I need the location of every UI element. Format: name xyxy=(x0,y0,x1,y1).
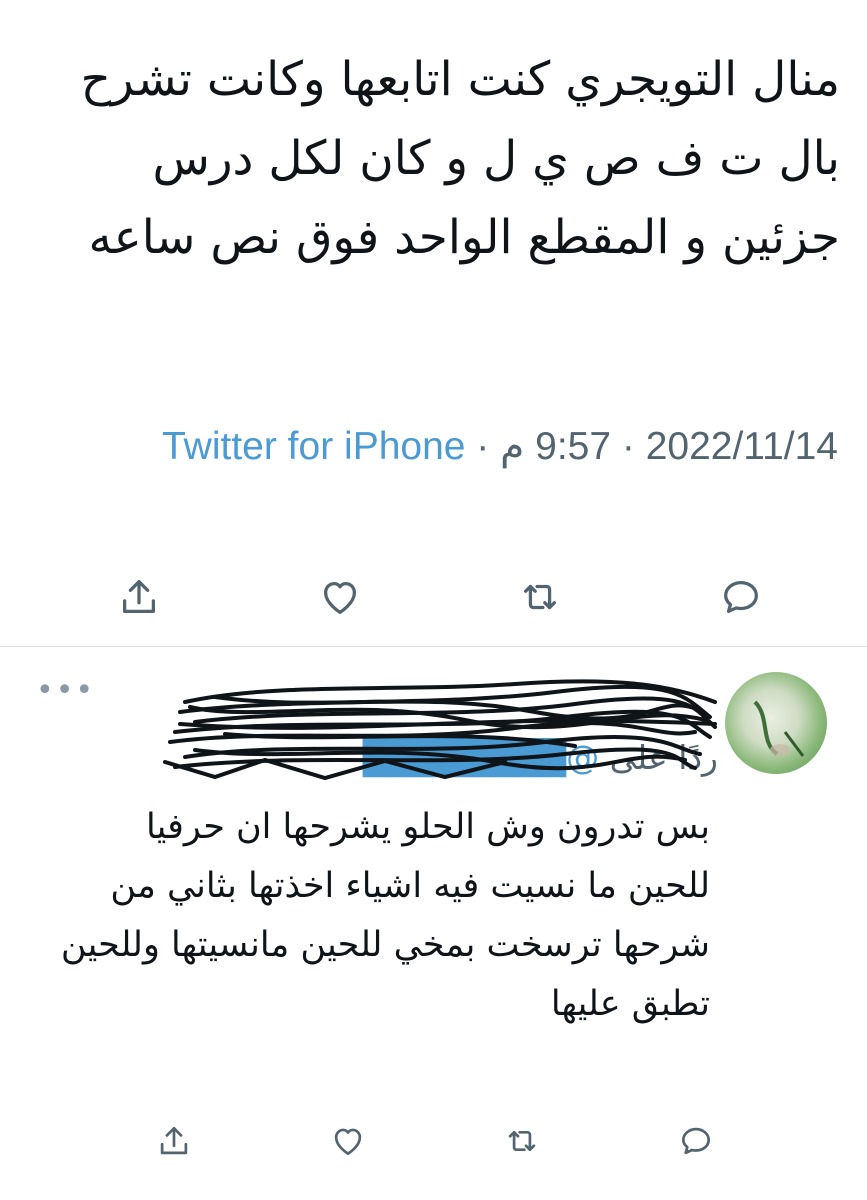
reply-button[interactable] xyxy=(718,574,764,620)
tweet-meta: 2022/11/14 · 9:57 م · Twitter for iPhone xyxy=(150,418,838,475)
like-icon xyxy=(334,1128,362,1156)
reply-action-bar xyxy=(155,1122,715,1160)
share-icon xyxy=(160,1126,188,1155)
like-icon xyxy=(323,581,356,614)
share-button[interactable] xyxy=(116,574,162,620)
reply-reply-button[interactable] xyxy=(677,1122,715,1160)
retweet-button[interactable] xyxy=(517,574,563,620)
tweet-date: 2022/11/14 xyxy=(645,425,838,468)
more-options-icon[interactable]: ••• xyxy=(36,676,95,706)
avatar[interactable] xyxy=(725,672,827,774)
reply-share-button[interactable] xyxy=(155,1122,193,1160)
tweet-divider xyxy=(0,646,867,647)
like-button[interactable] xyxy=(317,574,363,620)
retweet-icon xyxy=(508,1130,536,1152)
tweet-source-link[interactable]: Twitter for iPhone xyxy=(162,425,465,468)
reply-like-button[interactable] xyxy=(329,1122,367,1160)
tweet-time: 9:57 م xyxy=(500,425,612,468)
meta-separator-2: · xyxy=(465,425,501,468)
reply-text: بس تدرون وش الحلو يشرحها ان حرفيا للحين … xyxy=(60,807,710,1024)
tweet-action-bar xyxy=(116,574,764,620)
retweet-icon xyxy=(524,584,557,610)
meta-separator: · xyxy=(611,425,646,468)
reply-retweet-button[interactable] xyxy=(503,1122,541,1160)
avatar-image xyxy=(753,700,805,757)
reply-icon xyxy=(724,580,758,614)
share-icon xyxy=(122,580,156,614)
redaction-scribble xyxy=(163,679,717,781)
tweet-text: منال التويجري كنت اتابعها وكانت تشرح بال… xyxy=(80,52,840,265)
reply-icon xyxy=(681,1127,711,1155)
